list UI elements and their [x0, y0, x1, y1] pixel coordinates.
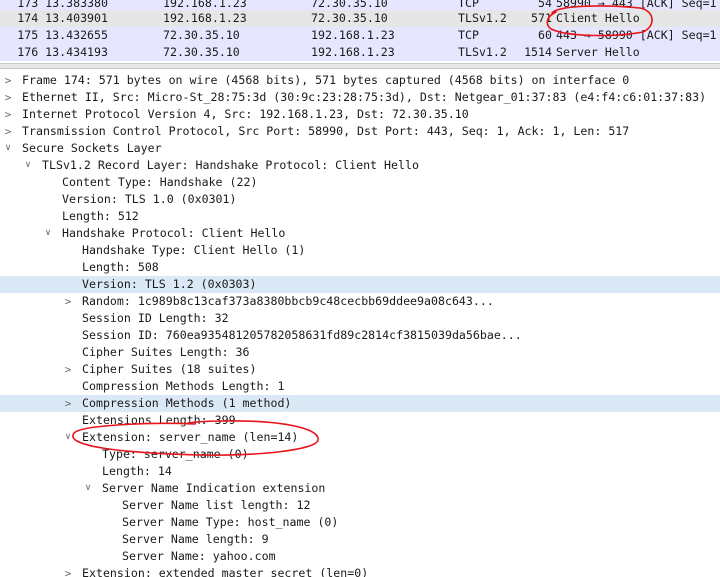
packet-details-tree: > Frame 174: 571 bytes on wire (4568 bits…: [0, 69, 720, 577]
tree-row[interactable]: > Frame 174: 571 bytes on wire (4568 bits…: [0, 72, 720, 89]
chevron-right-icon[interactable]: >: [3, 89, 13, 106]
tree-row-label: Length: 512: [62, 209, 139, 223]
tree-row-label: Version: TLS 1.0 (0x0301): [62, 192, 237, 206]
tree-row-label: Server Name list length: 12: [122, 498, 311, 512]
packet-info: 443 → 58990 [ACK] Seq=1: [556, 28, 717, 42]
tree-row[interactable]: > Cipher Suites (18 suites): [0, 361, 720, 378]
tree-row-label: Ethernet II, Src: Micro-St_28:75:3d (30:…: [22, 90, 707, 104]
tree-row-label: Handshake Protocol: Client Hello: [62, 226, 286, 240]
packet-row[interactable]: 174 13.403901 192.168.1.23 72.30.35.10 TLSv…: [0, 10, 720, 27]
tree-row[interactable]: Content Type: Handshake (22): [0, 174, 720, 191]
tree-row[interactable]: ∨ Secure Sockets Layer: [0, 140, 720, 157]
chevron-right-icon[interactable]: >: [3, 72, 13, 89]
tree-row-label: Extension: extended_master_secret (len=0…: [82, 566, 369, 577]
tree-row[interactable]: Extensions Length: 399: [0, 412, 720, 429]
packet-number: 176 13.434193: [17, 45, 108, 59]
tree-row[interactable]: Type: server_name (0): [0, 446, 720, 463]
tree-row-label: Content Type: Handshake (22): [62, 175, 258, 189]
tree-row[interactable]: Handshake Type: Client Hello (1): [0, 242, 720, 259]
packet-source: 192.168.1.23: [163, 11, 247, 25]
tree-row-label: Random: 1c989b8c13caf373a8380bbcb9c48cec…: [82, 294, 494, 308]
tree-row[interactable]: Session ID Length: 32: [0, 310, 720, 327]
packet-destination: 72.30.35.10: [311, 11, 388, 25]
tree-row[interactable]: Length: 14: [0, 463, 720, 480]
packet-number: 175 13.432655: [17, 28, 108, 42]
tree-row[interactable]: > Transmission Control Protocol, Src Port…: [0, 123, 720, 140]
chevron-right-icon[interactable]: >: [63, 565, 73, 577]
tree-row-label: Cipher Suites Length: 36: [82, 345, 250, 359]
tree-row-label: Server Name Indication extension: [102, 481, 326, 495]
tree-row[interactable]: Version: TLS 1.2 (0x0303): [0, 276, 720, 293]
packet-row[interactable]: 175 13.432655 72.30.35.10 192.168.1.23 TCP 6…: [0, 27, 720, 44]
tree-row-label: Internet Protocol Version 4, Src: 192.16…: [22, 107, 469, 121]
tree-row[interactable]: ∨ Handshake Protocol: Client Hello: [0, 225, 720, 242]
tree-row[interactable]: Session ID: 760ea935481205782058631fd89c…: [0, 327, 720, 344]
tree-row[interactable]: > Internet Protocol Version 4, Src: 192.1…: [0, 106, 720, 123]
tree-row[interactable]: Length: 508: [0, 259, 720, 276]
tree-row-label: Handshake Type: Client Hello (1): [82, 243, 306, 257]
tree-row[interactable]: > Extension: extended_master_secret (len=…: [0, 565, 720, 577]
chevron-right-icon[interactable]: >: [63, 293, 73, 310]
tree-row-label: Frame 174: 571 bytes on wire (4568 bits)…: [22, 73, 630, 87]
tree-row[interactable]: ∨ TLSv1.2 Record Layer: Handshake Protoco…: [0, 157, 720, 174]
tree-row[interactable]: ∨ Server Name Indication extension: [0, 480, 720, 497]
tree-row-label: Server Name Type: host_name (0): [122, 515, 339, 529]
tree-row[interactable]: Server Name: yahoo.com: [0, 548, 720, 565]
tree-row-label: Secure Sockets Layer: [22, 141, 162, 155]
packet-destination: 192.168.1.23: [311, 45, 395, 59]
packet-info: Server Hello: [556, 45, 640, 59]
tree-row-label: Transmission Control Protocol, Src Port:…: [22, 124, 630, 138]
packet-protocol: TLSv1.2: [458, 45, 507, 59]
packet-number: 174 13.403901: [17, 11, 108, 25]
tree-row-label: Server Name: yahoo.com: [122, 549, 276, 563]
packet-source: 72.30.35.10: [163, 45, 240, 59]
tree-row[interactable]: ∨ Extension: server_name (len=14): [0, 429, 720, 446]
tree-row-label: Length: 508: [82, 260, 159, 274]
tree-row-label: Version: TLS 1.2 (0x0303): [82, 277, 257, 291]
tree-row-label: Compression Methods Length: 1: [82, 379, 285, 393]
tree-row-label: Session ID: 760ea935481205782058631fd89c…: [82, 328, 522, 342]
tree-row[interactable]: Compression Methods Length: 1: [0, 378, 720, 395]
chevron-down-icon[interactable]: ∨: [23, 157, 33, 174]
tree-row-label: Length: 14: [102, 464, 172, 478]
packet-destination: 192.168.1.23: [311, 28, 395, 42]
chevron-down-icon[interactable]: ∨: [3, 140, 13, 157]
tree-row[interactable]: > Compression Methods (1 method): [0, 395, 720, 412]
tree-row-label: Extensions Length: 399: [82, 413, 236, 427]
tree-row[interactable]: > Ethernet II, Src: Micro-St_28:75:3d (30…: [0, 89, 720, 106]
chevron-right-icon[interactable]: >: [3, 123, 13, 140]
tree-row[interactable]: Version: TLS 1.0 (0x0301): [0, 191, 720, 208]
packet-row[interactable]: 176 13.434193 72.30.35.10 192.168.1.23 TLSv…: [0, 44, 720, 61]
chevron-down-icon[interactable]: ∨: [63, 429, 73, 446]
tree-row[interactable]: Length: 512: [0, 208, 720, 225]
packet-protocol: TLSv1.2: [458, 11, 507, 25]
packet-length: 60: [538, 28, 552, 42]
packet-list: 173 13.383380 192.168.1.23 72.30.35.10 TCP 5…: [0, 0, 720, 61]
tree-row-label: Compression Methods (1 method): [82, 396, 292, 410]
packet-protocol: TCP: [458, 28, 479, 42]
tree-row-label: TLSv1.2 Record Layer: Handshake Protocol…: [42, 158, 419, 172]
chevron-right-icon[interactable]: >: [63, 395, 73, 412]
packet-source: 72.30.35.10: [163, 28, 240, 42]
packet-length: 1514: [524, 45, 552, 59]
tree-row[interactable]: Server Name Type: host_name (0): [0, 514, 720, 531]
tree-row-label: Cipher Suites (18 suites): [82, 362, 257, 376]
packet-info: Client Hello: [556, 11, 640, 25]
tree-row-label: Session ID Length: 32: [82, 311, 229, 325]
tree-row[interactable]: Server Name list length: 12: [0, 497, 720, 514]
tree-row[interactable]: Cipher Suites Length: 36: [0, 344, 720, 361]
chevron-right-icon[interactable]: >: [3, 106, 13, 123]
tree-row-label: Server Name length: 9: [122, 532, 269, 546]
packet-length: 571: [531, 11, 552, 25]
chevron-right-icon[interactable]: >: [63, 361, 73, 378]
tree-row-label: Type: server_name (0): [102, 447, 249, 461]
tree-row[interactable]: Server Name length: 9: [0, 531, 720, 548]
tree-row-label: Extension: server_name (len=14): [82, 430, 299, 444]
tree-row[interactable]: > Random: 1c989b8c13caf373a8380bbcb9c48ce…: [0, 293, 720, 310]
chevron-down-icon[interactable]: ∨: [43, 225, 53, 242]
chevron-down-icon[interactable]: ∨: [83, 480, 93, 497]
